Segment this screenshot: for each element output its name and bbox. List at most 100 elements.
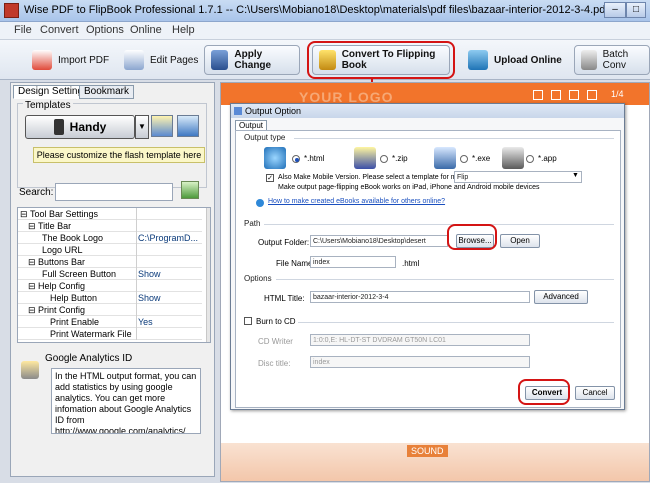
tree-row[interactable]: ⊟ Print Config xyxy=(18,304,202,316)
html-title-input[interactable]: bazaar-interior-2012-3-4 xyxy=(310,291,530,303)
menu-online[interactable]: Online xyxy=(130,24,162,36)
edit-pages-button[interactable]: Edit Pages xyxy=(118,45,204,75)
fullscreen-icon[interactable] xyxy=(533,90,543,100)
template-select-button[interactable]: Handy xyxy=(25,115,135,139)
cancel-button[interactable]: Cancel xyxy=(575,386,615,400)
tree-row[interactable]: ⊟ Buttons Bar xyxy=(18,256,202,268)
tree-expander-icon[interactable]: ⊟ xyxy=(28,280,36,292)
tree-row[interactable]: Full Screen Button Show xyxy=(18,268,202,280)
mobile-version-checkbox[interactable]: ✓ xyxy=(266,174,274,182)
share-online-link[interactable]: How to make created eBooks available for… xyxy=(268,198,445,205)
tree-row-key: Print Enable xyxy=(50,317,100,327)
tree-row[interactable]: Print Enable Yes xyxy=(18,316,202,328)
template-edit-icon[interactable] xyxy=(151,115,173,137)
menu-file[interactable]: File xyxy=(14,24,32,36)
mobile-template-chevron-down-icon[interactable]: ▼ xyxy=(572,172,579,179)
apply-change-label: Apply Change xyxy=(234,49,272,71)
tree-column-divider xyxy=(136,316,137,328)
tree-column-divider xyxy=(136,304,137,316)
advanced-button[interactable]: Advanced xyxy=(534,290,588,304)
globe-icon xyxy=(256,199,264,207)
edit-pages-label: Edit Pages xyxy=(150,54,199,66)
tree-row[interactable]: Logo URL xyxy=(18,244,202,256)
tree-row[interactable]: The Book Logo C:\ProgramD... xyxy=(18,232,202,244)
radio-zip[interactable] xyxy=(380,155,388,163)
tree-row-value[interactable]: C:\ProgramD... xyxy=(138,232,198,244)
tree-column-divider xyxy=(136,268,137,280)
disc-title-label: Disc title: xyxy=(258,359,291,368)
menu-convert[interactable]: Convert xyxy=(40,24,79,36)
search-input[interactable] xyxy=(55,183,173,201)
customize-template-note: Please customize the flash template here xyxy=(33,147,205,163)
tree-row[interactable]: ⊟ Tool Bar Settings xyxy=(18,208,202,220)
cd-writer-select[interactable]: 1:0:0,E: HL-DT-ST DVDRAM GT50N LC01 xyxy=(310,334,530,346)
template-name: Handy xyxy=(69,120,107,134)
dialog-icon xyxy=(234,107,242,115)
tree-row-value[interactable]: Yes xyxy=(138,316,153,328)
tab-design-setting[interactable]: Design Setting xyxy=(13,85,89,99)
opt-app-label: *.app xyxy=(538,154,557,163)
import-pdf-button[interactable]: Import PDF xyxy=(26,45,115,75)
share-icon[interactable] xyxy=(587,90,597,100)
minimize-icon[interactable]: – xyxy=(604,2,626,18)
tree-row-key: Help Button xyxy=(50,293,98,303)
annotation-highlight-browse xyxy=(447,224,497,250)
mobile-template-select[interactable]: Flip xyxy=(454,171,582,183)
tree-view-icon[interactable] xyxy=(181,181,199,199)
print-icon[interactable] xyxy=(569,90,579,100)
menu-help[interactable]: Help xyxy=(172,24,195,36)
tree-row-value[interactable]: Show xyxy=(138,268,161,280)
radio-app[interactable] xyxy=(526,155,534,163)
template-save-icon[interactable] xyxy=(177,115,199,137)
title-bar: Wise PDF to FlipBook Professional 1.7.1 … xyxy=(0,0,650,22)
upload-icon xyxy=(468,50,488,70)
tree-scrollbar[interactable] xyxy=(206,208,210,342)
file-name-label: File Name: xyxy=(276,259,315,268)
tree-row[interactable]: ⊟ Title Bar xyxy=(18,220,202,232)
output-folder-label: Output Folder: xyxy=(258,238,310,247)
apple-icon xyxy=(502,147,524,169)
output-option-dialog: Output Option Output Output type *.html … xyxy=(230,103,625,410)
maximize-icon[interactable]: □ xyxy=(626,2,646,18)
ga-description: In the HTML output format, you can add s… xyxy=(51,368,201,434)
preview-header xyxy=(221,83,649,105)
divider xyxy=(294,138,614,139)
tree-row-value[interactable]: Show xyxy=(138,292,161,304)
mobile-note: Make output page-flipping eBook works on… xyxy=(278,184,540,191)
help-icon[interactable] xyxy=(551,90,561,100)
sound-toggle[interactable]: SOUND xyxy=(407,445,448,457)
file-name-input[interactable]: index xyxy=(310,256,396,268)
batch-gear-icon xyxy=(581,50,597,70)
tree-row[interactable]: Print Watermark File xyxy=(18,328,202,340)
radio-html[interactable] xyxy=(292,155,300,163)
template-dropdown-icon[interactable]: ▼ xyxy=(135,115,149,139)
tree-expander-icon[interactable]: ⊟ xyxy=(28,220,36,232)
options-label: Options xyxy=(244,274,272,283)
tree-row[interactable]: ⊟ Help Config xyxy=(18,280,202,292)
tree-row[interactable]: Help Button Show xyxy=(18,292,202,304)
menu-options[interactable]: Options xyxy=(86,24,124,36)
tree-expander-icon[interactable]: ⊟ xyxy=(28,256,36,268)
tree-column-divider xyxy=(136,244,137,256)
tab-bookmark[interactable]: Bookmark xyxy=(79,85,135,99)
tree-expander-icon[interactable]: ⊟ xyxy=(20,208,28,220)
tree-column-divider xyxy=(136,220,137,232)
apply-change-button[interactable]: Apply Change xyxy=(204,45,300,75)
disc-title-input[interactable]: index xyxy=(310,356,530,368)
open-button[interactable]: Open xyxy=(500,234,540,248)
burn-cd-checkbox[interactable] xyxy=(244,317,252,325)
tree-expander-icon[interactable]: ⊟ xyxy=(28,304,36,316)
book-icon xyxy=(53,119,64,135)
file-ext-label: .html xyxy=(402,259,420,268)
upload-online-button[interactable]: Upload Online xyxy=(462,45,568,75)
search-label: Search: xyxy=(19,187,54,198)
html-title-label: HTML Title: xyxy=(264,294,305,303)
tree-column-divider xyxy=(136,256,137,268)
burn-cd-label: Burn to CD xyxy=(256,317,296,326)
radio-exe[interactable] xyxy=(460,155,468,163)
output-folder-input[interactable]: C:\Users\Mobiano18\Desktop\desert xyxy=(310,235,448,247)
batch-convert-button[interactable]: Batch Conv xyxy=(574,45,650,75)
edit-pages-icon xyxy=(124,50,144,70)
zip-icon xyxy=(354,147,376,169)
batch-convert-label: Batch Conv xyxy=(602,49,629,71)
